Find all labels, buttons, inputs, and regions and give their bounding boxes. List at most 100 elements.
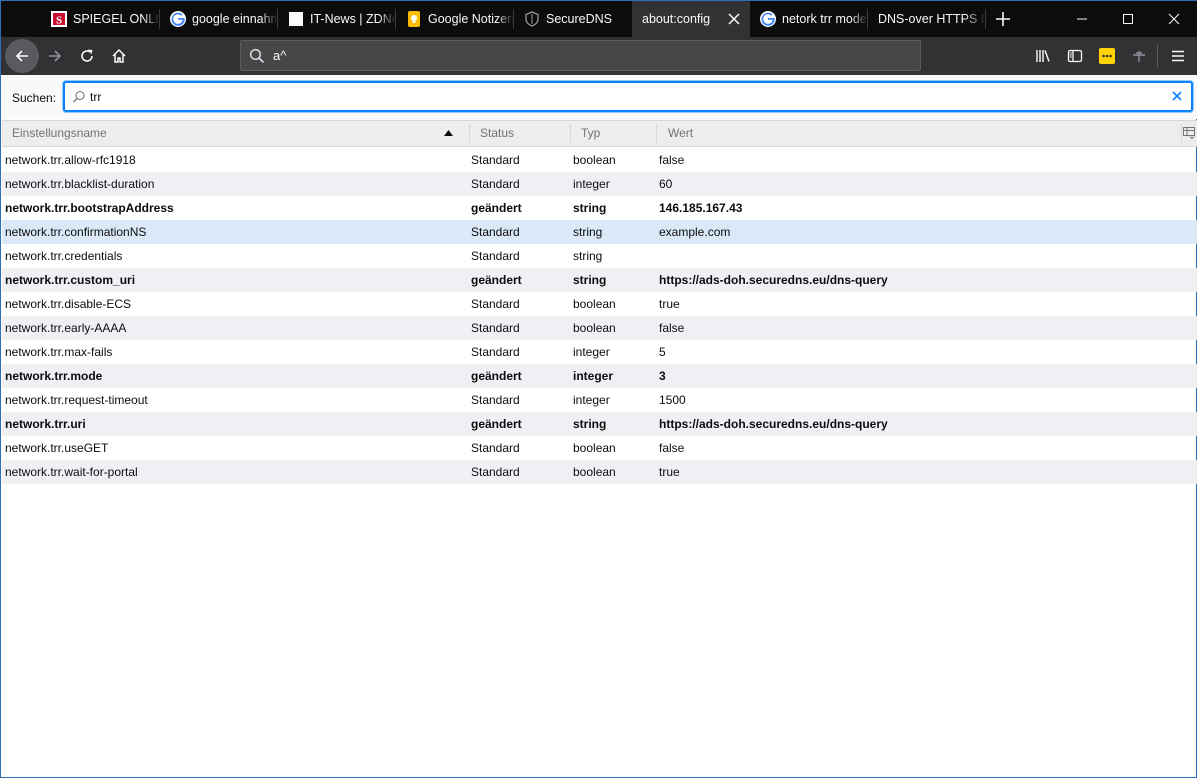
search-input[interactable] bbox=[90, 83, 1150, 110]
close-icon bbox=[1168, 13, 1180, 25]
pref-name: network.trr.bootstrapAddress bbox=[5, 201, 174, 215]
pref-type: string bbox=[573, 273, 607, 287]
table-header: Einstellungsname Status Typ Wert bbox=[2, 120, 1197, 147]
table-row-selected[interactable]: network.trr.confirmationNS Standard stri… bbox=[2, 220, 1197, 244]
pref-status: Standard bbox=[471, 321, 520, 335]
pref-status: Standard bbox=[471, 249, 520, 263]
pref-value: false bbox=[659, 441, 685, 455]
back-button[interactable] bbox=[5, 39, 39, 73]
svg-text:S: S bbox=[56, 15, 62, 27]
pref-type: string bbox=[573, 249, 603, 263]
pref-status: Standard bbox=[471, 465, 520, 479]
table-row[interactable]: network.trr.credentials Standard string bbox=[2, 244, 1197, 268]
tab-label: IT-News | ZDNet bbox=[310, 12, 396, 26]
tab-label: SecureDNS bbox=[546, 12, 612, 26]
table-row[interactable]: network.trr.early-AAAA Standard boolean … bbox=[2, 316, 1197, 340]
forward-arrow-icon bbox=[49, 50, 62, 62]
tab-spiegel[interactable]: S SPIEGEL ONLINE bbox=[41, 1, 160, 37]
table-row[interactable]: network.trr.request-timeout Standard int… bbox=[2, 388, 1197, 412]
pref-type: string bbox=[573, 417, 607, 431]
url-input[interactable] bbox=[273, 41, 873, 70]
pref-name: network.trr.wait-for-portal bbox=[5, 465, 138, 479]
blank-page-icon bbox=[288, 11, 304, 27]
reload-icon bbox=[81, 49, 93, 62]
column-picker-icon[interactable] bbox=[1183, 127, 1195, 142]
table-row[interactable]: network.trr.custom_uri geändert string h… bbox=[2, 268, 1197, 292]
pref-value: false bbox=[659, 321, 685, 335]
tab-netork-trr-mode[interactable]: netork trr mode bbox=[750, 1, 868, 37]
pref-status: geändert bbox=[471, 273, 522, 287]
pref-type: integer bbox=[573, 345, 610, 359]
close-window-button[interactable] bbox=[1151, 1, 1197, 37]
sort-ascending-icon bbox=[444, 130, 453, 136]
pref-name: network.trr.disable-ECS bbox=[5, 297, 132, 311]
table-row[interactable]: network.trr.mode geändert integer 3 bbox=[2, 364, 1197, 388]
minimize-button[interactable] bbox=[1059, 1, 1105, 37]
sidebar-button[interactable] bbox=[1059, 40, 1091, 72]
tab-label: about:config bbox=[642, 12, 711, 26]
pref-value: 3 bbox=[659, 369, 666, 383]
home-button[interactable] bbox=[103, 40, 135, 72]
pref-name: network.trr.confirmationNS bbox=[5, 225, 147, 239]
tab-about-config[interactable]: about:config bbox=[632, 1, 750, 37]
pref-name: network.trr.custom_uri bbox=[5, 273, 136, 287]
pref-value: 5 bbox=[659, 345, 666, 359]
column-header-status[interactable]: Status bbox=[470, 121, 571, 146]
column-header-name[interactable]: Einstellungsname bbox=[2, 121, 470, 146]
tab-google-notizen[interactable]: Google Notizen bbox=[396, 1, 514, 37]
tab-dns-over-https[interactable]: DNS-over HTTPS Info bbox=[868, 1, 986, 37]
clear-search-icon[interactable] bbox=[1171, 90, 1183, 105]
tab-label: DNS-over HTTPS Info bbox=[878, 12, 986, 26]
close-tab-icon[interactable] bbox=[726, 11, 742, 27]
pref-value: false bbox=[659, 153, 685, 167]
search-label: Suchen: bbox=[12, 91, 57, 105]
maximize-button[interactable] bbox=[1105, 1, 1151, 37]
pref-type: boolean bbox=[573, 297, 616, 311]
reload-button[interactable] bbox=[71, 40, 103, 72]
pref-type: string bbox=[573, 225, 603, 239]
browser-window: S SPIEGEL ONLINE google einnahmen IT-New… bbox=[0, 0, 1197, 778]
pref-value: 1500 bbox=[659, 393, 686, 407]
forward-button[interactable] bbox=[39, 40, 71, 72]
pin-button[interactable] bbox=[1123, 40, 1155, 72]
pref-value: https://ads-doh.securedns.eu/dns-query bbox=[659, 273, 888, 287]
hamburger-menu-icon bbox=[1172, 50, 1184, 62]
pref-name: network.trr.early-AAAA bbox=[5, 321, 127, 335]
tab-label: Google Notizen bbox=[428, 12, 514, 26]
tab-zdnet[interactable]: IT-News | ZDNet bbox=[278, 1, 396, 37]
navigation-toolbar bbox=[1, 37, 1197, 75]
extension-icon bbox=[1099, 48, 1115, 64]
tab-google-einnahmen[interactable]: google einnahmen bbox=[160, 1, 278, 37]
table-row[interactable]: network.trr.disable-ECS Standard boolean… bbox=[2, 292, 1197, 316]
menu-button[interactable] bbox=[1162, 40, 1194, 72]
pref-name: network.trr.request-timeout bbox=[5, 393, 148, 407]
new-tab-button[interactable] bbox=[987, 1, 1019, 37]
spiegel-icon: S bbox=[51, 11, 67, 27]
table-row[interactable]: network.trr.uri geändert string https://… bbox=[2, 412, 1197, 436]
extension-button[interactable] bbox=[1091, 40, 1123, 72]
pref-value: 60 bbox=[659, 177, 673, 191]
keep-icon bbox=[406, 11, 422, 27]
library-button[interactable] bbox=[1027, 40, 1059, 72]
table-row[interactable]: network.trr.useGET Standard boolean fals… bbox=[2, 436, 1197, 460]
search-icon bbox=[72, 90, 86, 107]
pref-name: network.trr.allow-rfc1918 bbox=[5, 153, 136, 167]
config-search-row: Suchen: bbox=[1, 75, 1197, 119]
maximize-icon bbox=[1123, 14, 1133, 24]
pref-value: 146.185.167.43 bbox=[659, 201, 743, 215]
table-row[interactable]: network.trr.wait-for-portal Standard boo… bbox=[2, 460, 1197, 484]
toolbar-separator bbox=[1157, 45, 1158, 67]
pref-name: network.trr.blacklist-duration bbox=[5, 177, 155, 191]
table-row[interactable]: network.trr.allow-rfc1918 Standard boole… bbox=[2, 148, 1197, 172]
table-row[interactable]: network.trr.bootstrapAddress geändert st… bbox=[2, 196, 1197, 220]
pref-value: example.com bbox=[659, 225, 731, 239]
tab-securedns[interactable]: SecureDNS bbox=[514, 1, 632, 37]
tab-label: netork trr mode bbox=[782, 12, 867, 26]
table-row[interactable]: network.trr.max-fails Standard integer 5 bbox=[2, 340, 1197, 364]
pref-status: geändert bbox=[471, 201, 522, 215]
column-header-type[interactable]: Typ bbox=[571, 121, 657, 146]
url-bar[interactable] bbox=[240, 40, 921, 71]
config-search-box[interactable] bbox=[63, 81, 1193, 112]
column-header-value[interactable]: Wert bbox=[657, 121, 1182, 146]
table-row[interactable]: network.trr.blacklist-duration Standard … bbox=[2, 172, 1197, 196]
